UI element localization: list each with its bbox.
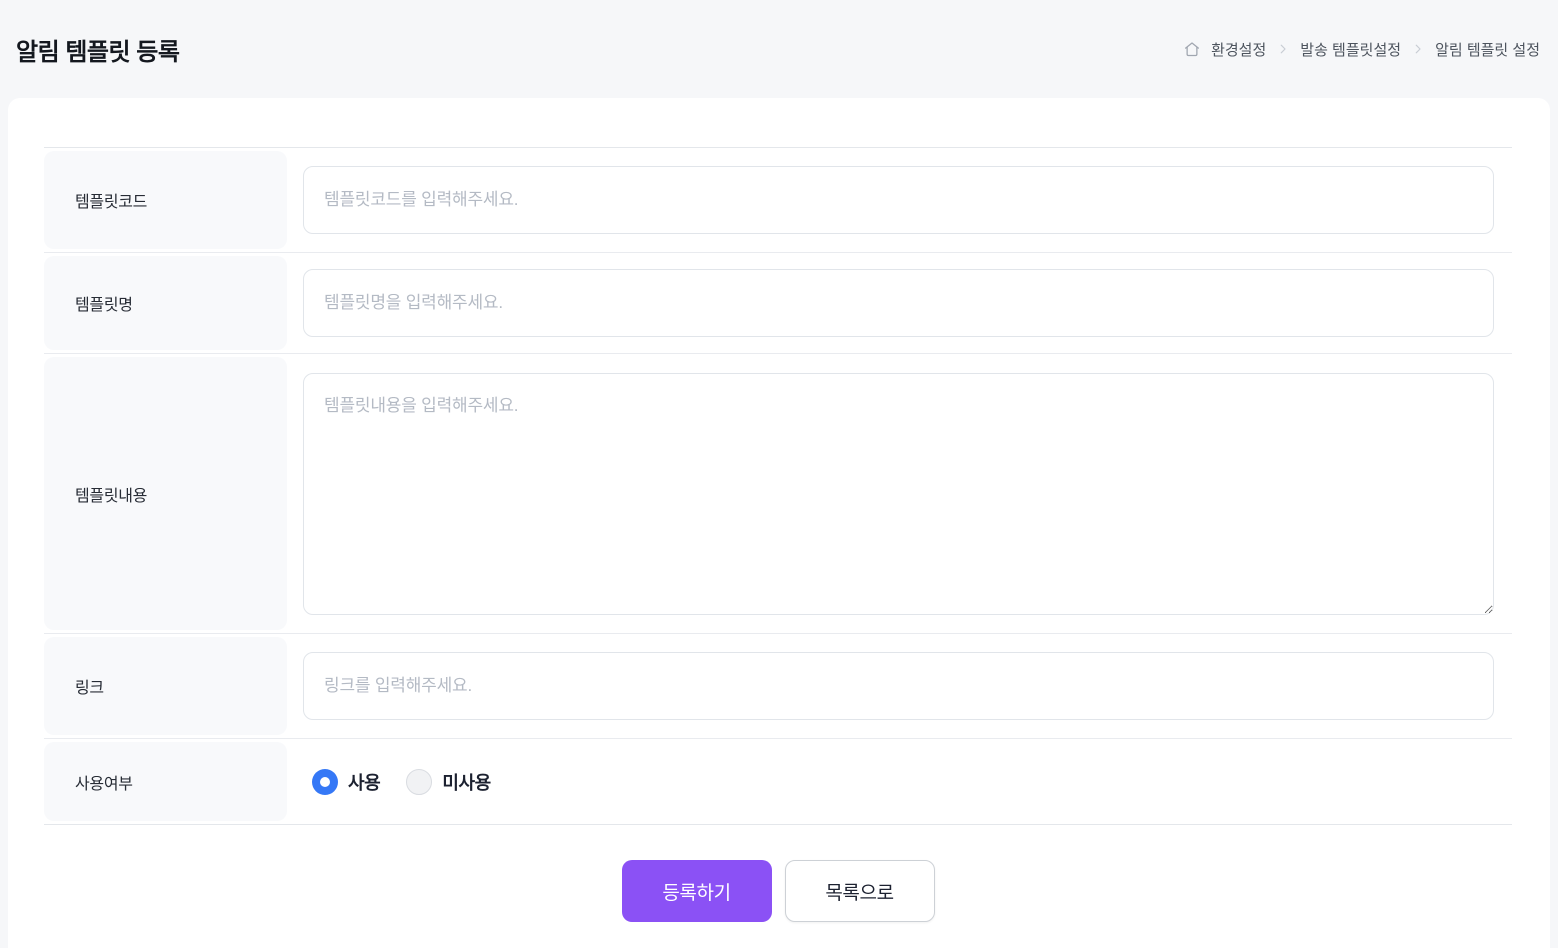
template-code-input[interactable] bbox=[303, 166, 1494, 234]
home-icon[interactable] bbox=[1183, 40, 1201, 58]
chevron-right-icon bbox=[1276, 42, 1290, 56]
template-content-textarea[interactable] bbox=[303, 373, 1494, 615]
radio-dot bbox=[320, 777, 330, 787]
submit-button[interactable]: 등록하기 bbox=[622, 860, 772, 922]
form-row-template-content: 템플릿내용 bbox=[44, 354, 1512, 634]
form-row-template-code: 템플릿코드 bbox=[44, 148, 1512, 253]
page-header: 알림 템플릿 등록 환경설정 발송 템플릿설정 알림 템플릿 설정 bbox=[0, 0, 1558, 98]
template-content-label: 템플릿내용 bbox=[44, 357, 287, 630]
radio-label-unuse: 미사용 bbox=[442, 769, 490, 795]
form-card: 템플릿코드 템플릿명 템플릿내용 링크 bbox=[8, 98, 1550, 948]
breadcrumb-item-alert-template[interactable]: 알림 템플릿 설정 bbox=[1435, 39, 1540, 60]
back-to-list-button[interactable]: 목록으로 bbox=[785, 860, 935, 922]
use-status-label: 사용여부 bbox=[44, 742, 287, 821]
breadcrumb-item-send-template[interactable]: 발송 템플릿설정 bbox=[1300, 39, 1401, 60]
radio-option-use[interactable]: 사용 bbox=[312, 769, 380, 795]
radio-label-use: 사용 bbox=[348, 769, 380, 795]
template-name-label: 템플릿명 bbox=[44, 256, 287, 350]
form-row-link: 링크 bbox=[44, 634, 1512, 739]
radio-selected-icon[interactable] bbox=[312, 769, 338, 795]
page-title: 알림 템플릿 등록 bbox=[16, 32, 179, 67]
link-input[interactable] bbox=[303, 652, 1494, 720]
link-label: 링크 bbox=[44, 637, 287, 735]
form-actions: 등록하기 목록으로 bbox=[44, 860, 1512, 922]
radio-unselected-icon[interactable] bbox=[406, 769, 432, 795]
form-row-template-name: 템플릿명 bbox=[44, 253, 1512, 354]
breadcrumb-item-settings[interactable]: 환경설정 bbox=[1211, 39, 1266, 60]
breadcrumb: 환경설정 발송 템플릿설정 알림 템플릿 설정 bbox=[1183, 39, 1540, 60]
use-status-radio-group: 사용 미사용 bbox=[303, 769, 491, 795]
template-form-table: 템플릿코드 템플릿명 템플릿내용 링크 bbox=[44, 147, 1512, 825]
template-code-label: 템플릿코드 bbox=[44, 151, 287, 249]
form-row-use-status: 사용여부 사용 미사용 bbox=[44, 739, 1512, 824]
template-name-input[interactable] bbox=[303, 269, 1494, 337]
radio-option-unuse[interactable]: 미사용 bbox=[406, 769, 490, 795]
chevron-right-icon bbox=[1411, 42, 1425, 56]
